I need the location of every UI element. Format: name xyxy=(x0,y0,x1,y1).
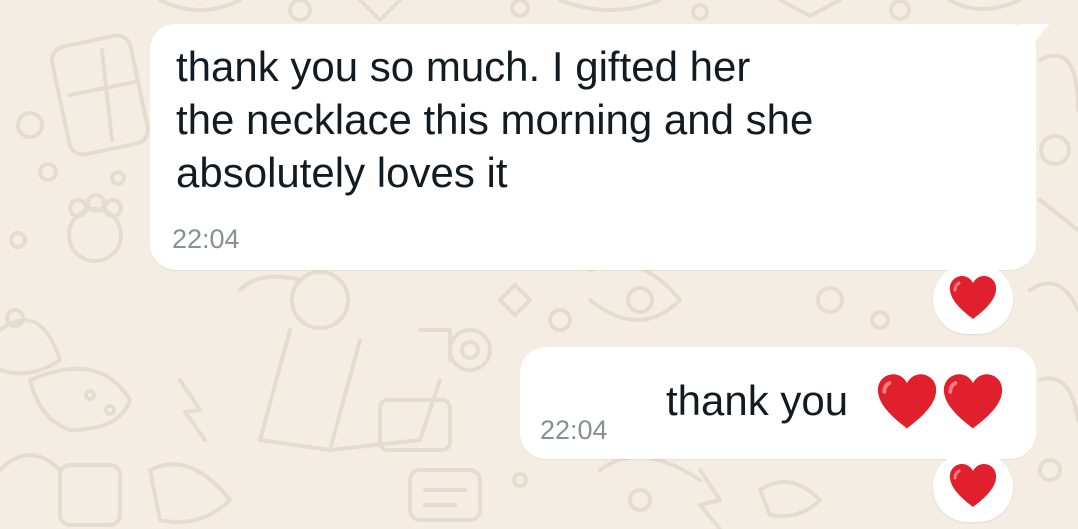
message-emoji-group xyxy=(874,373,1010,433)
red-heart-icon xyxy=(943,374,1003,429)
bubble-tail xyxy=(1020,24,1050,52)
incoming-message-bubble[interactable]: thank you so much. I gifted her the neck… xyxy=(150,24,1050,270)
red-heart-icon xyxy=(877,374,937,429)
message-reaction[interactable] xyxy=(933,264,1013,334)
red-heart-icon xyxy=(949,276,997,319)
message-timestamp: 22:04 xyxy=(540,415,608,445)
message-timestamp: 22:04 xyxy=(172,224,240,254)
message-reaction[interactable] xyxy=(933,452,1013,522)
message-text: thank you so much. I gifted her the neck… xyxy=(176,43,814,196)
red-heart-icon xyxy=(949,464,997,507)
outgoing-message-bubble[interactable]: 22:04 thank you xyxy=(520,347,1036,459)
message-text: thank you xyxy=(666,377,849,424)
